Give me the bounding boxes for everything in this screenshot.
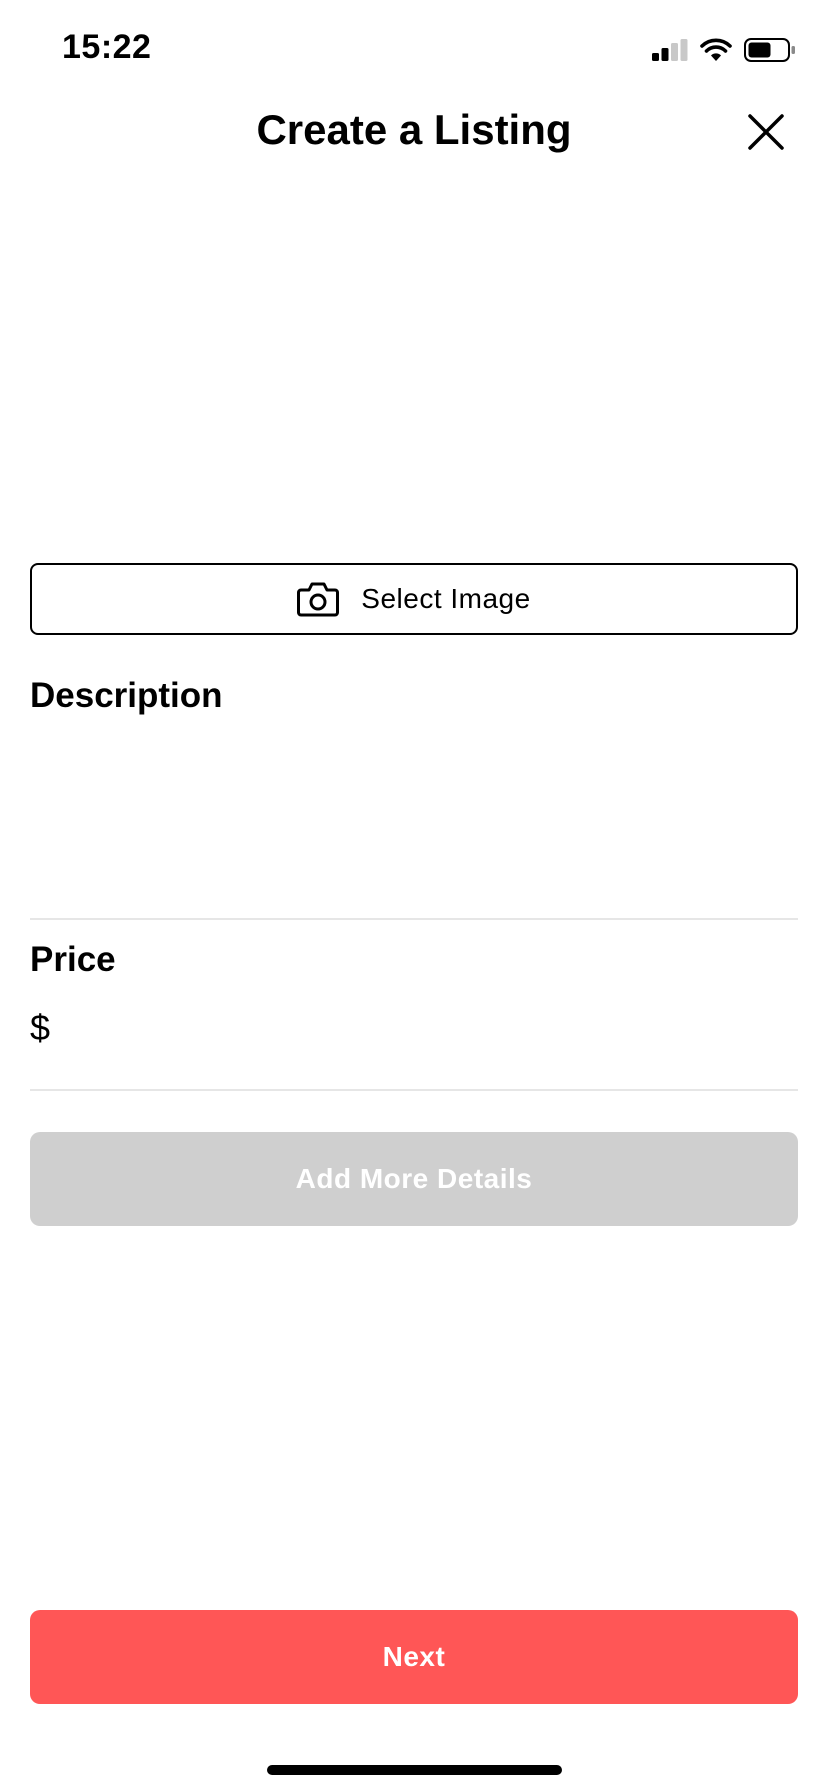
image-preview-area bbox=[30, 190, 798, 550]
cellular-signal-icon bbox=[652, 39, 688, 61]
status-bar: 15:22 bbox=[0, 0, 828, 100]
wifi-icon bbox=[700, 38, 732, 61]
close-button[interactable] bbox=[744, 110, 788, 154]
page-title: Create a Listing bbox=[256, 106, 572, 153]
next-button[interactable]: Next bbox=[30, 1610, 798, 1704]
price-label: Price bbox=[30, 940, 116, 979]
add-more-details-button[interactable]: Add More Details bbox=[30, 1132, 798, 1226]
camera-icon bbox=[297, 582, 340, 617]
select-image-label: Select Image bbox=[361, 583, 531, 614]
price-row: $ bbox=[30, 1000, 798, 1056]
close-icon bbox=[748, 114, 784, 150]
select-image-button[interactable]: Select Image bbox=[30, 563, 798, 635]
description-field[interactable] bbox=[30, 735, 798, 915]
home-indicator bbox=[267, 1765, 562, 1775]
currency-symbol: $ bbox=[30, 1007, 51, 1048]
status-time: 15:22 bbox=[62, 28, 152, 66]
price-input[interactable] bbox=[58, 1007, 798, 1049]
divider bbox=[30, 918, 798, 920]
battery-icon bbox=[744, 38, 795, 62]
status-icons bbox=[652, 34, 796, 66]
description-label: Description bbox=[30, 676, 223, 715]
divider bbox=[30, 1089, 798, 1091]
header: Create a Listing bbox=[0, 100, 828, 170]
